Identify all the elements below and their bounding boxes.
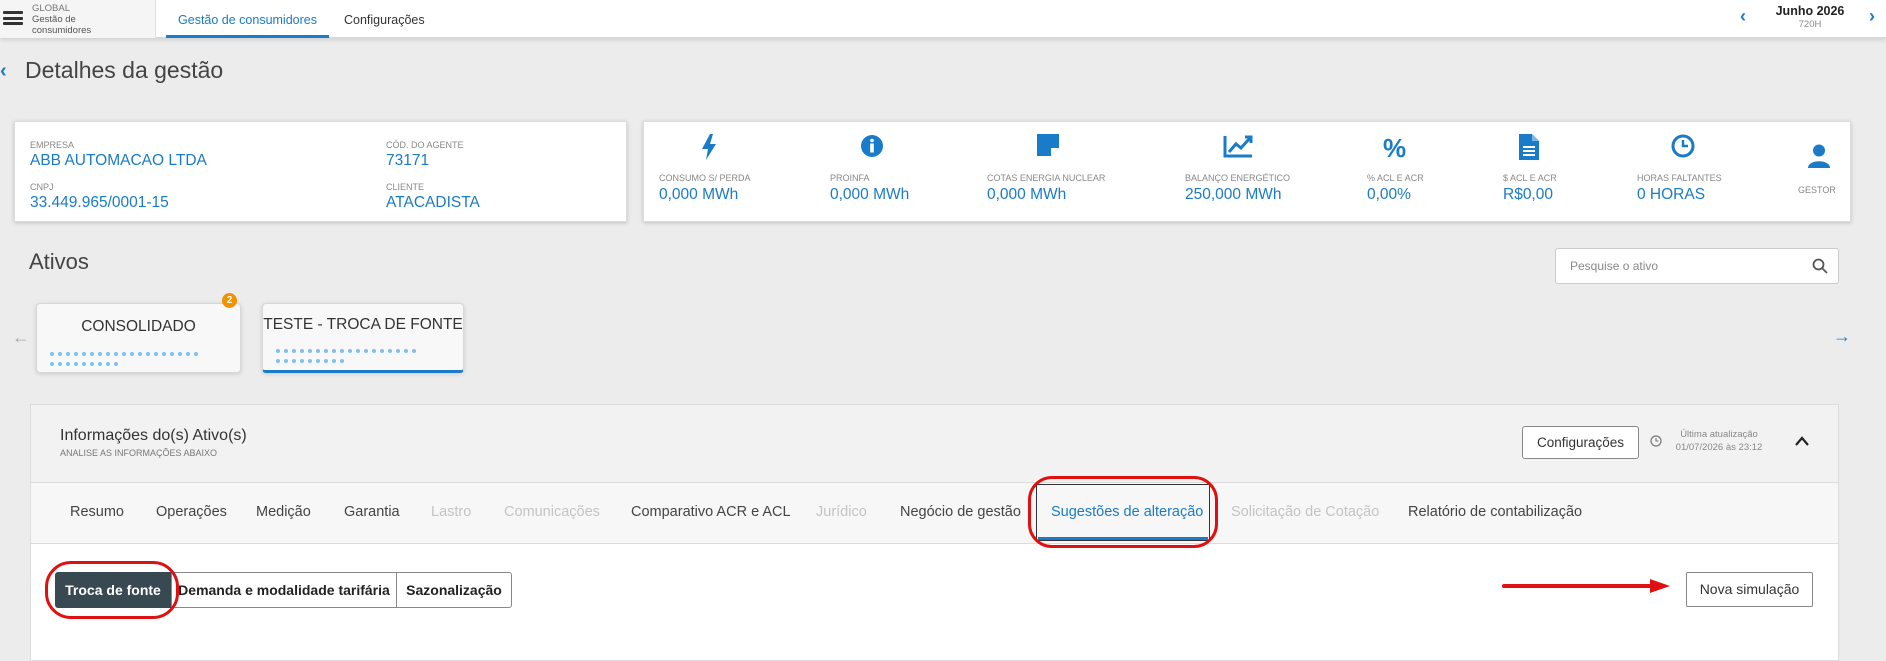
kpi-value: 0,000 MWh [987, 186, 1067, 203]
segment-sazonalizacao[interactable]: Sazonalização [396, 572, 512, 608]
nova-simulacao-button[interactable]: Nova simulação [1686, 572, 1813, 607]
chevron-right-icon[interactable]: › [1869, 6, 1875, 27]
month-title: Junho 2026 [1775, 4, 1845, 18]
cliente-label: CLIENTE [386, 182, 425, 192]
bolt-icon [701, 134, 717, 162]
gestor-label: GESTOR [1798, 185, 1836, 195]
empresa-label: EMPRESA [30, 140, 75, 150]
chevron-up-icon[interactable] [1794, 435, 1810, 447]
page-title: Detalhes da gestão [25, 57, 224, 83]
cnpj-label: CNPJ [30, 182, 54, 192]
tab-relatorio[interactable]: Relatório de contabilização [1408, 483, 1582, 544]
carousel-prev-icon[interactable]: ← [12, 327, 30, 348]
month-hours: 720H [1798, 19, 1822, 30]
global-label: GLOBAL [32, 3, 71, 14]
asset-dots [276, 350, 396, 364]
notification-badge: 2 [222, 293, 237, 308]
configuracoes-button[interactable]: Configurações [1522, 426, 1639, 459]
tab-comunicacoes: Comunicações [504, 504, 600, 520]
asset-title: CONSOLIDADO [81, 318, 196, 335]
nav-tab-configuracoes[interactable]: Configurações [344, 0, 425, 38]
agente-label: CÓD. DO AGENTE [386, 140, 464, 150]
annotation-oval-tab [1028, 476, 1218, 548]
back-chevron-icon[interactable]: ‹ [0, 60, 7, 83]
kpi-balanco: BALANÇO ENERGÉTICO 250,000 MWh [1185, 122, 1355, 222]
tab-operacoes[interactable]: Operações [156, 483, 227, 544]
empresa-value: ABB AUTOMACAO LTDA [30, 152, 207, 169]
clock-icon [1650, 435, 1662, 447]
chevron-left-icon[interactable]: ‹ [1740, 6, 1746, 27]
app-menu-button[interactable]: GLOBAL Gestão de consumidores [0, 0, 156, 38]
document-icon [1519, 134, 1539, 162]
tab-solicitacao: Solicitação de Cotação [1231, 504, 1380, 520]
carousel-next-icon[interactable]: → [1833, 326, 1851, 347]
last-update-value: 01/07/2026 às 23:12 [1675, 442, 1763, 453]
kpi-value: 0 HORAS [1637, 186, 1706, 203]
kpi-consumo: CONSUMO S/ PERDA 0,000 MWh [659, 122, 799, 222]
search-input[interactable] [1556, 249, 1806, 283]
top-bar: GLOBAL Gestão de consumidores Gestão de … [0, 0, 1886, 38]
kpi-value: 0,000 MWh [830, 186, 910, 203]
kpi-label: COTAS ENERGIA NUCLEAR [987, 173, 1106, 183]
annotation-arrow-icon [1502, 579, 1670, 593]
hamburger-icon[interactable] [3, 11, 23, 25]
tab-negocio[interactable]: Negócio de gestão [900, 483, 1021, 544]
clock-icon [1671, 134, 1695, 162]
info-subtitle: ANALISE AS INFORMAÇÕES ABAIXO [60, 448, 218, 458]
tab-lastro: Lastro [431, 504, 472, 520]
kpi-value: 0,00% [1367, 186, 1411, 203]
kpi-value: R$0,00 [1503, 186, 1553, 203]
kpi-proinfa: PROINFA 0,000 MWh [830, 122, 970, 222]
tab-medicao[interactable]: Medição [256, 483, 311, 544]
asset-card-teste[interactable]: TESTE - TROCA DE FONTE [262, 303, 464, 373]
tab-juridico: Jurídico [816, 504, 867, 520]
search-icon[interactable] [1812, 258, 1828, 274]
percent-icon: % [1383, 133, 1407, 163]
kpi-acl-acr-percent: % % ACL E ACR 0,00% [1367, 122, 1477, 222]
tab-comparativo[interactable]: Comparativo ACR e ACL [631, 483, 791, 544]
asset-card-consolidado[interactable]: CONSOLIDADO [36, 303, 241, 373]
kpi-label: BALANÇO ENERGÉTICO [1185, 173, 1291, 183]
tab-garantia[interactable]: Garantia [344, 483, 400, 544]
kpi-label: $ ACL E ACR [1503, 173, 1557, 183]
asset-dots [50, 353, 170, 367]
nav-tab-gestao[interactable]: Gestão de consumidores [166, 0, 329, 38]
annotation-oval-segment [45, 561, 179, 619]
segment-demanda[interactable]: Demanda e modalidade tarifária [171, 572, 397, 608]
asset-title: TESTE - TROCA DE FONTE [263, 316, 463, 333]
search-box [1555, 248, 1839, 284]
agente-value: 73171 [386, 152, 430, 169]
kpi-cotas: COTAS ENERGIA NUCLEAR 0,000 MWh [987, 122, 1177, 222]
user-icon[interactable] [1808, 144, 1830, 172]
ativos-title: Ativos [29, 249, 89, 274]
kpi-value: 250,000 MWh [1185, 186, 1282, 203]
kpi-gestor[interactable]: GESTOR [1794, 122, 1844, 222]
info-icon [860, 134, 884, 162]
kpi-acl-acr-money: $ ACL E ACR R$0,00 [1503, 122, 1613, 222]
kpi-value: 0,000 MWh [659, 186, 739, 203]
cliente-value: ATACADISTA [386, 194, 480, 211]
kpi-card: CONSUMO S/ PERDA 0,000 MWh PROINFA 0,000… [643, 121, 1851, 222]
kpi-horas: HORAS FALTANTES 0 HORAS [1637, 122, 1767, 222]
app-label: Gestão de consumidores [32, 14, 92, 36]
kpi-label: % ACL E ACR [1367, 173, 1424, 183]
tab-resumo[interactable]: Resumo [70, 483, 124, 544]
panel-tab-bar: Resumo Operações Medição Garantia Lastro… [31, 483, 1838, 544]
last-update-label: Última atualização [1680, 429, 1758, 440]
company-card: EMPRESA ABB AUTOMACAO LTDA CÓD. DO AGENT… [14, 121, 627, 222]
kpi-label: PROINFA [830, 173, 870, 183]
kpi-label: HORAS FALTANTES [1637, 173, 1722, 183]
chart-line-icon [1223, 134, 1253, 162]
info-panel: Informações do(s) Ativo(s) ANALISE AS IN… [30, 404, 1839, 661]
info-title: Informações do(s) Ativo(s) [60, 427, 247, 444]
note-icon [1037, 134, 1059, 162]
info-panel-header: Informações do(s) Ativo(s) ANALISE AS IN… [31, 405, 1838, 483]
cnpj-value: 33.449.965/0001-15 [30, 194, 169, 211]
kpi-label: CONSUMO S/ PERDA [659, 173, 751, 183]
